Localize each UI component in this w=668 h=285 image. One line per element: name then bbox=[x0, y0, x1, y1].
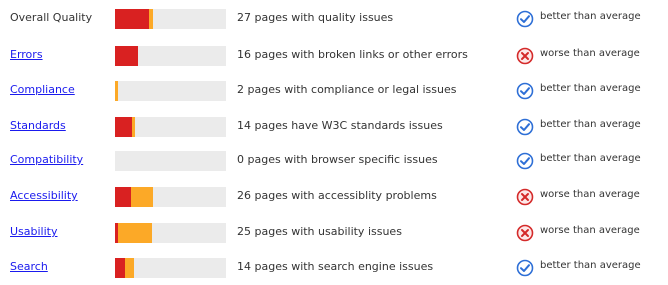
comparison-status-text: worse than average bbox=[540, 48, 640, 59]
comparison-status-text: better than average bbox=[540, 260, 641, 271]
category-compatibility-link[interactable]: Compatibility bbox=[10, 153, 83, 166]
issue-description: 25 pages with usability issues bbox=[237, 225, 402, 238]
issue-description: 14 pages with search engine issues bbox=[237, 260, 434, 273]
quality-row-accessibility: Accessibility 26 pages with accessiblity … bbox=[0, 186, 668, 208]
issue-bar bbox=[115, 46, 226, 66]
issue-description: 14 pages have W3C standards issues bbox=[237, 119, 443, 132]
issue-bar bbox=[115, 117, 226, 137]
issue-description: 26 pages with accessiblity problems bbox=[237, 189, 437, 202]
issue-bar-severe-segment bbox=[115, 9, 149, 29]
issue-description: 0 pages with browser specific issues bbox=[237, 153, 438, 166]
issue-bar-minor-segment bbox=[125, 258, 134, 278]
issue-bar bbox=[115, 151, 226, 171]
comparison-status-text: better than average bbox=[540, 11, 641, 22]
comparison-status-text: better than average bbox=[540, 83, 641, 94]
x-circle-icon bbox=[516, 224, 534, 242]
comparison-status-text: worse than average bbox=[540, 225, 640, 236]
category-errors-link[interactable]: Errors bbox=[10, 48, 43, 61]
comparison-status-text: better than average bbox=[540, 119, 641, 130]
category-accessibility-link[interactable]: Accessibility bbox=[10, 189, 78, 202]
issue-bar-minor-segment bbox=[132, 117, 135, 137]
issue-bar-severe-segment bbox=[115, 187, 131, 207]
quality-row-usability: Usability 25 pages with usability issues w… bbox=[0, 222, 668, 244]
issue-bar bbox=[115, 81, 226, 101]
category-compliance-link[interactable]: Compliance bbox=[10, 83, 75, 96]
issue-bar bbox=[115, 187, 226, 207]
issue-bar-minor-segment bbox=[149, 9, 153, 29]
category-usability-link[interactable]: Usability bbox=[10, 225, 58, 238]
check-circle-icon bbox=[516, 10, 534, 28]
category-standards-link[interactable]: Standards bbox=[10, 119, 66, 132]
x-circle-icon bbox=[516, 188, 534, 206]
x-circle-icon bbox=[516, 47, 534, 65]
quality-row-search: Search 14 pages with search engine issues… bbox=[0, 257, 668, 279]
category-search-link[interactable]: Search bbox=[10, 260, 48, 273]
issue-bar-minor-segment bbox=[118, 223, 152, 243]
quality-row-compatibility: Compatibility 0 pages with browser specif… bbox=[0, 150, 668, 172]
issue-bar bbox=[115, 223, 226, 243]
category-overall-quality-label: Overall Quality bbox=[10, 11, 93, 24]
quality-row-standards: Standards 14 pages have W3C standards iss… bbox=[0, 116, 668, 138]
quality-row-errors: Errors 16 pages with broken links or othe… bbox=[0, 45, 668, 67]
issue-bar-severe-segment bbox=[115, 117, 132, 137]
issue-bar-severe-segment bbox=[115, 258, 125, 278]
issue-bar bbox=[115, 9, 226, 29]
comparison-status-text: better than average bbox=[540, 153, 641, 164]
check-circle-icon bbox=[516, 118, 534, 136]
quality-row-overall-quality: Overall Quality 27 pages with quality iss… bbox=[0, 8, 668, 30]
check-circle-icon bbox=[516, 152, 534, 170]
check-circle-icon bbox=[516, 259, 534, 277]
issue-description: 27 pages with quality issues bbox=[237, 11, 394, 24]
issue-bar bbox=[115, 258, 226, 278]
issue-description: 16 pages with broken links or other erro… bbox=[237, 48, 468, 61]
issue-bar-minor-segment bbox=[131, 187, 153, 207]
quality-row-compliance: Compliance 2 pages with compliance or leg… bbox=[0, 80, 668, 102]
issue-bar-severe-segment bbox=[115, 46, 138, 66]
issue-description: 2 pages with compliance or legal issues bbox=[237, 83, 457, 96]
issue-bar-minor-segment bbox=[115, 81, 118, 101]
check-circle-icon bbox=[516, 82, 534, 100]
comparison-status-text: worse than average bbox=[540, 189, 640, 200]
